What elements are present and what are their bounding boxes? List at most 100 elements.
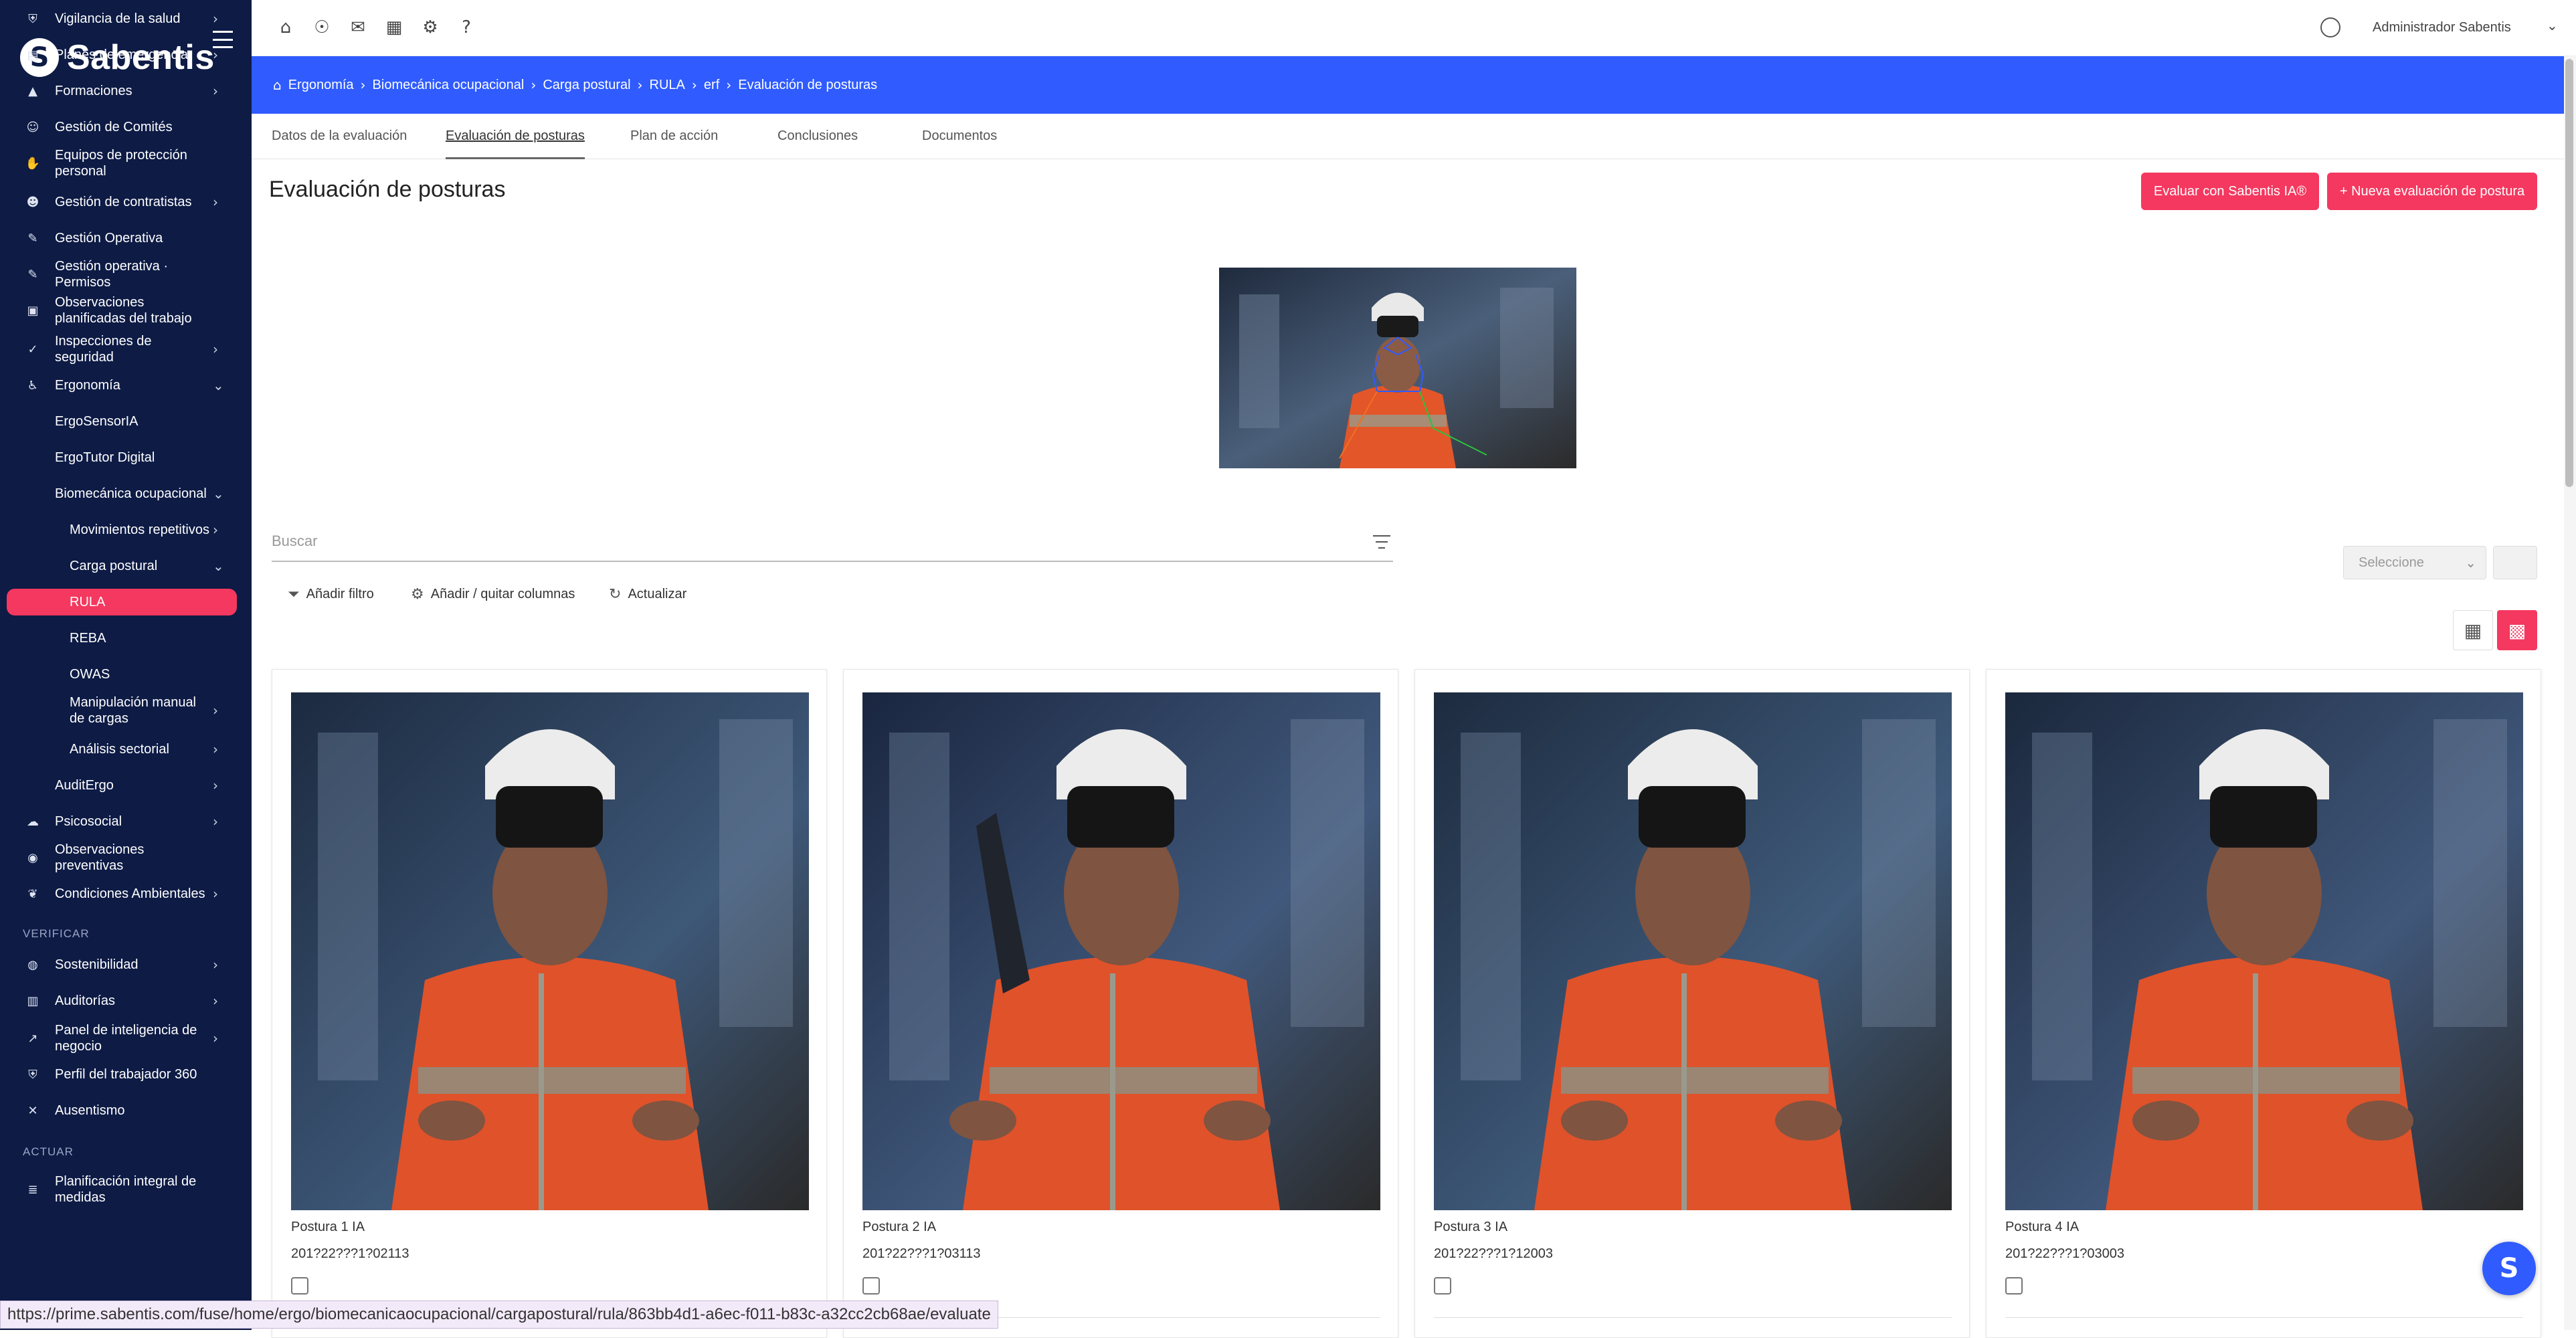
sidebar-item-observaciones-preventivas[interactable]: ◉ Observaciones preventivas: [0, 842, 252, 873]
calendar-icon[interactable]: ▦: [384, 17, 404, 37]
posture-photo[interactable]: [291, 692, 809, 1210]
user-avatar-icon[interactable]: [2320, 17, 2340, 37]
scrollbar-thumb[interactable]: [2565, 59, 2573, 487]
refresh-button[interactable]: ↻ Actualizar: [609, 586, 686, 603]
search-input[interactable]: Buscar: [272, 533, 317, 550]
sidebar-item-rula[interactable]: RULA: [7, 589, 237, 615]
tab-documentos[interactable]: Documentos: [922, 128, 997, 159]
sidebar-item-label: Análisis sectorial: [70, 742, 169, 757]
tab-evaluacion-posturas[interactable]: Evaluación de posturas: [446, 128, 585, 159]
home-icon[interactable]: ⌂: [276, 17, 296, 37]
sidebar-item-label: Planes de emergencia: [55, 47, 189, 62]
user-name[interactable]: Administrador Sabentis: [2373, 20, 2511, 35]
filter-lines-icon[interactable]: [1373, 535, 1390, 549]
shield-icon: ⛨: [28, 1067, 37, 1082]
chevron-right-icon: ›: [213, 993, 218, 1009]
sidebar-item-auditergo[interactable]: AuditErgo ›: [0, 772, 252, 799]
posture-photo[interactable]: [2005, 692, 2523, 1210]
sidebar-item-label: REBA: [70, 631, 106, 646]
sidebar-item-inspecciones-de-seguridad[interactable]: ✓ Inspecciones de seguridad ›: [0, 334, 252, 365]
chevron-right-icon: ›: [213, 11, 218, 27]
tab-datos-evaluacion[interactable]: Datos de la evaluación: [272, 128, 407, 159]
table-view-button[interactable]: ▦: [2453, 610, 2493, 650]
sidebar-item-biomecánica-ocupacional[interactable]: Biomecánica ocupacional ⌄: [0, 480, 252, 507]
select-checkbox[interactable]: [862, 1277, 880, 1295]
chart-icon: ↗: [27, 1031, 38, 1046]
sidebar-item-ausentismo[interactable]: ✕ Ausentismo: [0, 1097, 252, 1124]
bulk-action-select[interactable]: Seleccione ⌄: [2343, 546, 2486, 579]
sidebar-item-label: Carga postural: [70, 559, 158, 573]
breadcrumb-item[interactable]: Ergonomía: [288, 78, 354, 93]
sidebar-item-sostenibilidad[interactable]: ◍ Sostenibilidad ›: [0, 951, 252, 978]
posture-title: Postura 4 IA: [2005, 1220, 2080, 1234]
sidebar-item-psicosocial[interactable]: ☁ Psicosocial ›: [0, 808, 252, 835]
breadcrumb-item[interactable]: erf: [704, 78, 719, 93]
chevron-right-icon: ›: [213, 814, 218, 830]
sidebar-item-planes-de-emergencia[interactable]: ▤ Planes de emergencia ›: [0, 41, 252, 68]
breadcrumb-item[interactable]: Biomecánica ocupacional: [373, 78, 525, 93]
select-checkbox[interactable]: [291, 1277, 308, 1295]
sidebar-item-análisis-sectorial[interactable]: Análisis sectorial ›: [0, 736, 252, 763]
sidebar-item-label: Planificación integral de medidas: [55, 1174, 197, 1205]
sidebar-item-ergonomía[interactable]: ♿ Ergonomía ⌄: [0, 372, 252, 399]
sidebar-item-carga-postural[interactable]: Carga postural ⌄: [0, 553, 252, 579]
new-posture-evaluation-button[interactable]: + Nueva evaluación de postura: [2327, 173, 2537, 210]
posture-code: 201?22???1?03113: [862, 1246, 981, 1261]
building-icon: ▤: [27, 47, 39, 62]
select-checkbox[interactable]: [1434, 1277, 1451, 1295]
card-divider: [2005, 1317, 2523, 1318]
sidebar-item-reba[interactable]: REBA: [0, 625, 252, 652]
posture-photo[interactable]: [862, 692, 1380, 1210]
add-filter-button[interactable]: ⏷ Añadir filtro: [288, 586, 374, 603]
sidebar-item-planificación-integral-de-medidas[interactable]: ≣ Planificación integral de medidas: [0, 1174, 252, 1205]
sidebar-item-vigilancia-de-la-salud[interactable]: ⛨ Vigilancia de la salud ›: [0, 5, 252, 32]
sidebar-item-ergosensoria[interactable]: ErgoSensorIA: [0, 408, 252, 435]
sidebar-item-gestión-operativa[interactable]: ✎ Gestión Operativa: [0, 225, 252, 252]
posture-card[interactable]: Postura 2 IA 201?22???1?03113: [843, 669, 1398, 1338]
sidebar-item-gestión-operativa-permisos[interactable]: ✎ Gestión operativa · Permisos: [0, 259, 252, 290]
posture-photo[interactable]: [1434, 692, 1952, 1210]
sidebar-item-manipulación-manual-de-cargas[interactable]: Manipulación manual de cargas ›: [0, 695, 252, 726]
tab-plan-accion[interactable]: Plan de acción: [630, 128, 718, 159]
columns-button[interactable]: ⚙ Añadir / quitar columnas: [411, 586, 575, 603]
sidebar-item-gestión-de-contratistas[interactable]: ☻ Gestión de contratistas ›: [0, 189, 252, 215]
tab-conclusiones[interactable]: Conclusiones: [777, 128, 858, 159]
grid-view-button[interactable]: ▩: [2497, 610, 2537, 650]
chevron-right-icon: ›: [213, 522, 218, 538]
help-icon[interactable]: ?: [456, 17, 476, 37]
graduation-cap-icon: ▲: [28, 84, 37, 98]
sidebar-item-label: Movimientos repetitivos: [70, 522, 209, 537]
globe-icon: ◍: [27, 957, 38, 972]
sidebar-item-ergotutor-digital[interactable]: ErgoTutor Digital: [0, 444, 252, 471]
select-placeholder: Seleccione: [2359, 555, 2424, 570]
breadcrumb-separator-icon: ›: [360, 77, 366, 93]
sidebar-item-observaciones-planificadas-del-trabajo[interactable]: ▣ Observaciones planificadas del trabajo: [0, 295, 252, 326]
sidebar-item-label: Vigilancia de la salud: [55, 11, 181, 26]
posture-card[interactable]: Postura 1 IA 201?22???1?02113: [272, 669, 827, 1338]
posture-card[interactable]: Postura 4 IA 201?22???1?03003: [1986, 669, 2541, 1338]
breadcrumb-home-icon[interactable]: ⌂: [273, 77, 282, 93]
settings-icon[interactable]: ⚙: [420, 17, 440, 37]
sidebar-item-movimientos-repetitivos[interactable]: Movimientos repetitivos ›: [0, 516, 252, 543]
sidebar-item-perfil-del-trabajador-360[interactable]: ⛨ Perfil del trabajador 360: [0, 1061, 252, 1088]
sidebar-item-gestión-de-comités[interactable]: ☺ Gestión de Comités: [0, 114, 252, 140]
posture-card[interactable]: Postura 3 IA 201?22???1?12003: [1414, 669, 1970, 1338]
sidebar-item-label: Manipulación manual de cargas: [70, 695, 197, 726]
posture-code: 201?22???1?02113: [291, 1246, 409, 1261]
breadcrumb-item[interactable]: Carga postural: [543, 78, 630, 93]
sidebar-item-condiciones-ambientales[interactable]: ❦ Condiciones Ambientales ›: [0, 880, 252, 907]
sidebar-item-equipos-de-protección-personal[interactable]: ✋ Equipos de protección personal: [0, 148, 252, 179]
sabentis-assistant-button[interactable]: S: [2482, 1242, 2536, 1295]
sidebar-item-owas[interactable]: OWAS: [0, 661, 252, 688]
mail-icon[interactable]: ✉: [348, 17, 368, 37]
chevron-right-icon: ›: [213, 341, 218, 357]
award-icon[interactable]: ☉: [312, 17, 332, 37]
apply-action-button[interactable]: [2493, 546, 2537, 579]
select-checkbox[interactable]: [2005, 1277, 2023, 1295]
chevron-down-icon[interactable]: ⌄: [2547, 17, 2558, 33]
sidebar-item-auditorías[interactable]: ▥ Auditorías ›: [0, 987, 252, 1014]
breadcrumb-item[interactable]: RULA: [650, 78, 685, 93]
sidebar-item-formaciones[interactable]: ▲ Formaciones ›: [0, 78, 252, 104]
sidebar-item-panel-de-inteligencia-de-negocio[interactable]: ↗ Panel de inteligencia de negocio ›: [0, 1023, 252, 1054]
evaluate-ai-button[interactable]: Evaluar con Sabentis IA®: [2141, 173, 2319, 210]
